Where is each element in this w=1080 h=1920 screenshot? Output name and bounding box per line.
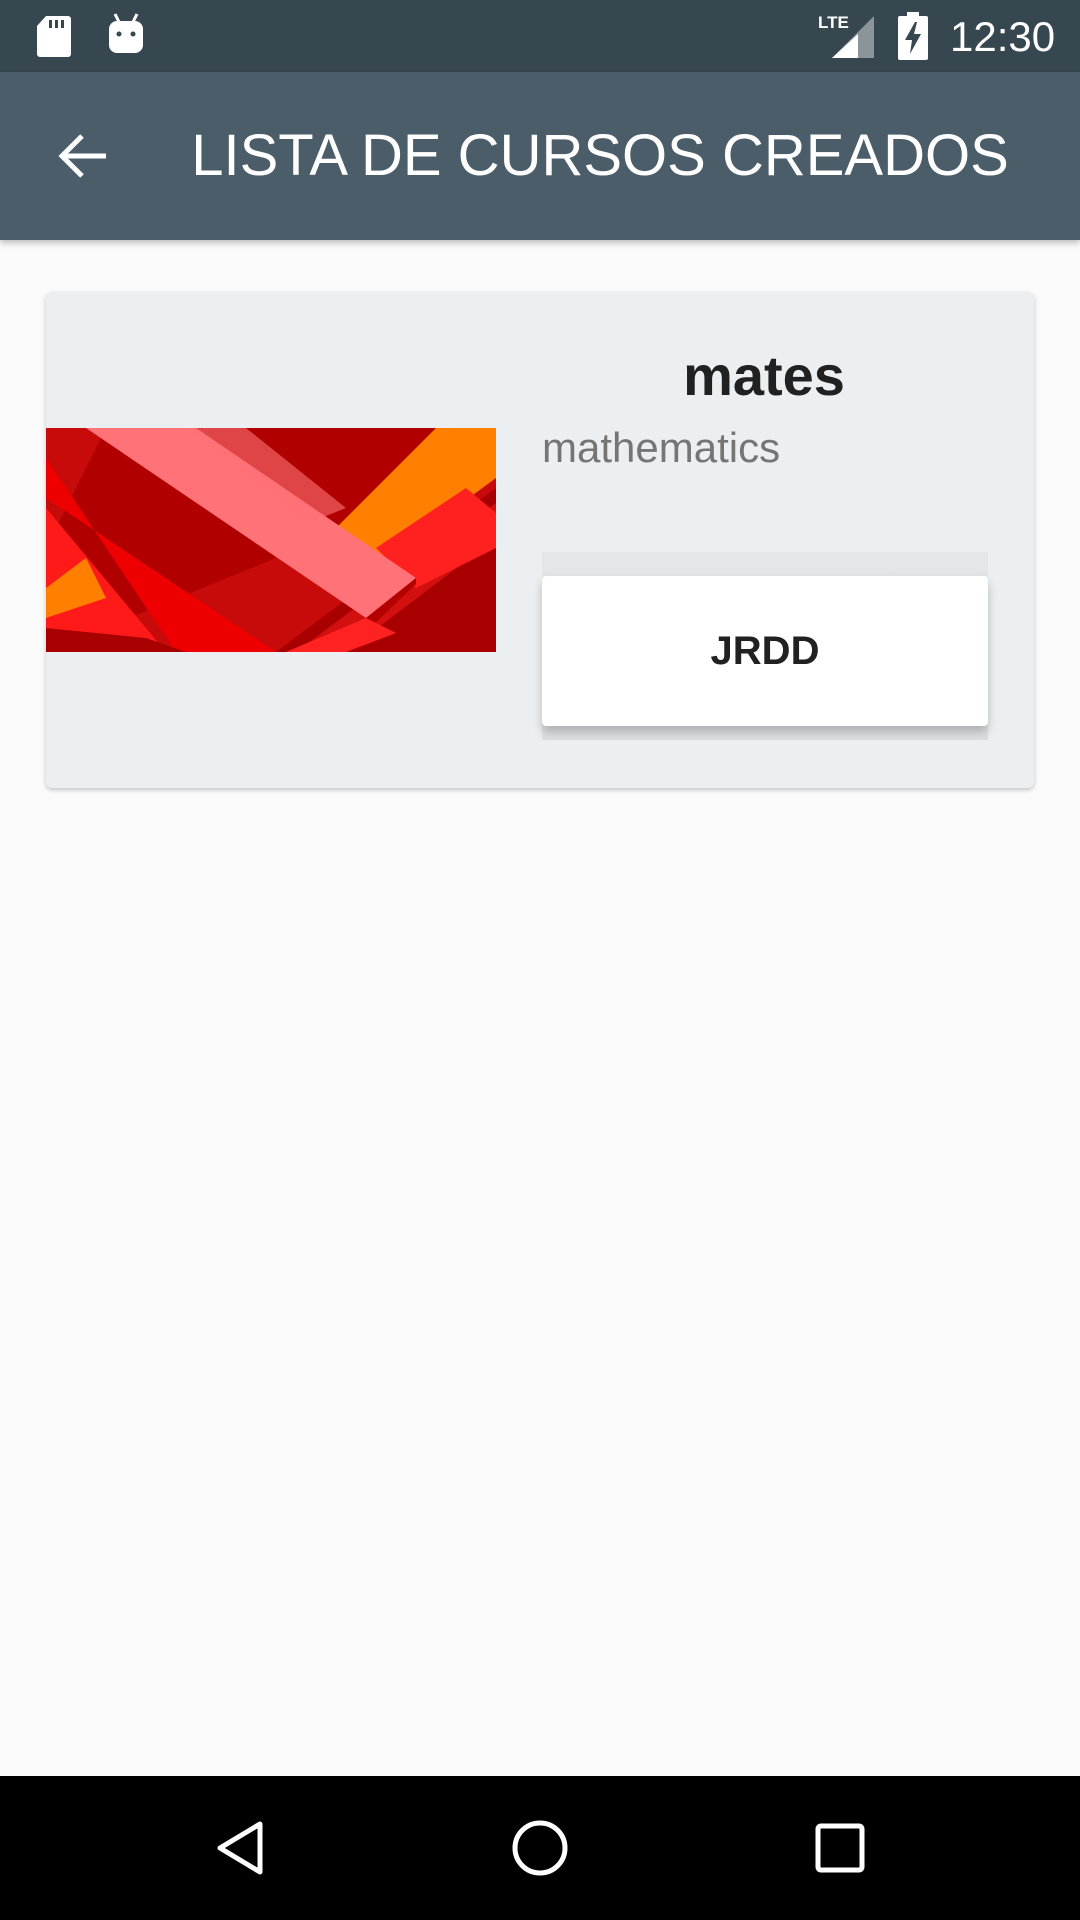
status-clock: 12:30 [950,13,1056,60]
course-name: mates [683,344,845,407]
app-bar: LISTA DE CURSOS CREADOS [0,72,1080,240]
android-icon [109,13,143,53]
course-subject: mathematics [542,424,781,471]
page-title: LISTA DE CURSOS CREADOS [191,123,1009,188]
battery-charging-icon [898,12,928,60]
sd-card-icon [37,16,71,57]
status-bar: LTE 12:30 [0,0,1080,72]
nav-home-button[interactable] [500,1808,580,1888]
course-card[interactable]: mates mathematics JRDD [46,292,1034,788]
home-circle-icon [512,1820,568,1876]
back-triangle-icon [217,1821,263,1875]
course-code-button[interactable]: JRDD [542,576,988,726]
network-label: LTE [818,13,849,32]
course-cover-image [46,428,496,652]
lte-signal-icon: LTE [818,13,874,58]
recents-square-icon [815,1823,865,1873]
arrow-back-icon [58,134,106,178]
navigation-bar [0,1776,1080,1920]
course-button-area: JRDD [542,552,988,740]
nav-back-button[interactable] [200,1808,280,1888]
nav-recents-button[interactable] [800,1808,880,1888]
back-button[interactable] [40,116,128,196]
